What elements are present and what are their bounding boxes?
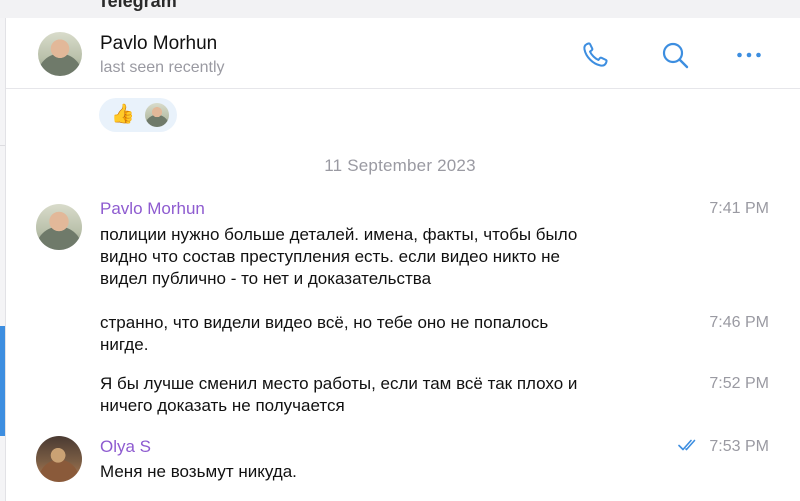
message-sender[interactable]: Olya S xyxy=(100,437,151,457)
message-sender[interactable]: Pavlo Morhun xyxy=(100,199,205,219)
thumbs-up-icon: 👍 xyxy=(111,104,135,125)
message-time: 7:53 PM xyxy=(709,438,769,455)
search-icon[interactable] xyxy=(658,38,692,72)
chat-header: Pavlo Morhun last seen recently xyxy=(6,18,800,89)
reaction-avatar xyxy=(145,103,169,127)
date-separator: 11 September 2023 xyxy=(324,156,476,175)
avatar[interactable] xyxy=(36,436,82,482)
message-time: 7:52 PM xyxy=(709,375,769,392)
message-time: 7:46 PM xyxy=(709,314,769,331)
window-top-strip: Telegram xyxy=(0,0,800,19)
message-line: ничего доказать не получается xyxy=(100,396,345,415)
message-time: 7:41 PM xyxy=(709,200,769,217)
message-line: видно что состав преступления есть. если… xyxy=(100,247,560,266)
message-text[interactable]: Я бы лучше сменил место работы, если там… xyxy=(100,373,660,417)
message-text[interactable]: странно, что видели видео всё, но тебе о… xyxy=(100,312,660,356)
message-line: полиции нужно больше деталей. имена, фак… xyxy=(100,225,578,244)
message-line: странно, что видели видео всё, но тебе о… xyxy=(100,313,549,332)
message-line: нигде. xyxy=(100,335,149,354)
more-icon[interactable] xyxy=(732,38,766,72)
chat-title[interactable]: Pavlo Morhun xyxy=(100,33,217,55)
message-line: Меня не возьмут никуда. xyxy=(100,462,297,481)
avatar[interactable] xyxy=(36,204,82,250)
avatar[interactable] xyxy=(38,32,82,76)
message-text[interactable]: Меня не возьмут никуда. xyxy=(100,461,660,483)
active-chat-indicator xyxy=(0,326,5,436)
reaction-chip[interactable]: 👍 xyxy=(99,98,177,132)
message-line: Я бы лучше сменил место работы, если там… xyxy=(100,374,578,393)
phone-icon[interactable] xyxy=(578,38,612,72)
chat-status: last seen recently xyxy=(100,59,225,76)
chat-list-edge xyxy=(0,18,6,501)
double-check-icon xyxy=(678,439,696,451)
message-line: видел публично - то нет и доказательства xyxy=(100,269,432,288)
app-title: Telegram xyxy=(98,0,177,11)
divider xyxy=(0,145,5,146)
message-text[interactable]: полиции нужно больше деталей. имена, фак… xyxy=(100,224,660,290)
